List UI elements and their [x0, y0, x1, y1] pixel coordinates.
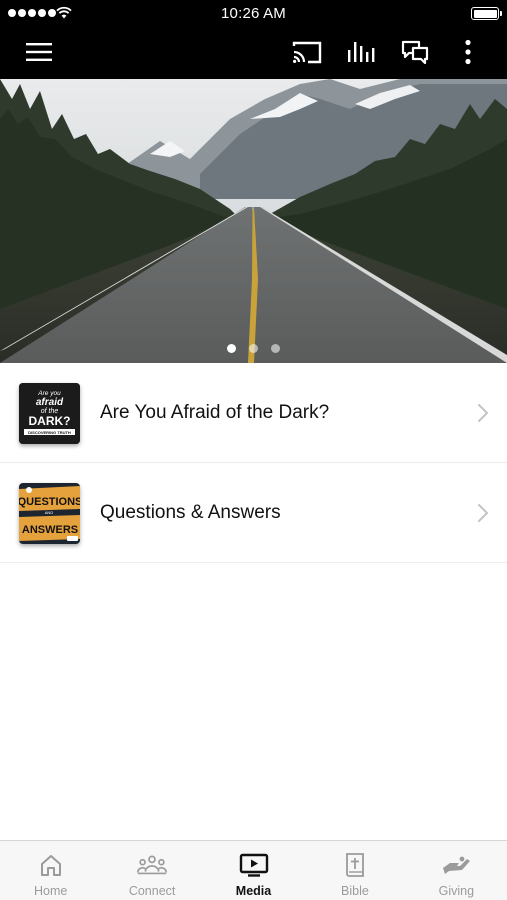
equalizer-bars-icon[interactable] — [342, 36, 380, 68]
tab-label: Home — [34, 884, 68, 898]
thumb-text: AND — [45, 510, 54, 515]
mountain-road-photo — [0, 79, 507, 363]
carousel-dots[interactable] — [0, 344, 507, 353]
chevron-right-icon — [478, 504, 488, 522]
status-bar: 10:26 AM — [0, 0, 507, 26]
thumb-text: QUESTIONS — [19, 496, 80, 508]
item-title: Are You Afraid of the Dark? — [100, 402, 330, 423]
tab-giving[interactable]: Giving — [406, 841, 507, 900]
media-list: Are you afraid of the DARK? DISCOVERING … — [0, 363, 507, 563]
thumb-text: DISCOVERING TRUTH — [28, 430, 71, 435]
series-thumbnail-dark: Are you afraid of the DARK? DISCOVERING … — [19, 383, 80, 444]
hero-carousel[interactable] — [0, 79, 507, 363]
carousel-dot[interactable] — [249, 344, 258, 353]
thumb-text: DARK? — [29, 414, 71, 428]
chevron-right-icon — [478, 404, 488, 422]
thumb-text: ANSWERS — [22, 524, 78, 536]
tab-label: Connect — [128, 884, 176, 898]
tab-label: Giving — [438, 884, 475, 898]
status-time: 10:26 AM — [221, 5, 286, 22]
tab-media[interactable]: Media — [203, 841, 304, 900]
thumb-text: afraid — [36, 397, 64, 408]
tab-label: Media — [235, 884, 272, 898]
giving-hand-icon — [441, 851, 471, 879]
cast-icon[interactable] — [288, 36, 326, 68]
people-icon — [137, 851, 168, 879]
home-icon — [36, 851, 66, 879]
carousel-dot[interactable] — [227, 344, 236, 353]
series-thumbnail-qa: QUESTIONS AND ANSWERS — [19, 483, 80, 544]
chat-bubbles-icon[interactable] — [396, 36, 434, 68]
thumb-text: Are you — [37, 390, 61, 397]
tab-home[interactable]: Home — [0, 841, 101, 900]
tv-play-icon — [239, 851, 269, 879]
battery-icon — [471, 7, 502, 20]
tab-connect[interactable]: Connect — [101, 841, 202, 900]
bible-icon — [340, 851, 370, 879]
more-vertical-icon[interactable] — [452, 36, 484, 68]
carousel-dot[interactable] — [271, 344, 280, 353]
list-item[interactable]: QUESTIONS AND ANSWERS Questions & Answer… — [0, 463, 507, 563]
tab-bar: Home Connect Media Bible Giving — [0, 840, 507, 900]
tab-bible[interactable]: Bible — [304, 841, 405, 900]
list-item[interactable]: Are you afraid of the DARK? DISCOVERING … — [0, 363, 507, 463]
item-title: Questions & Answers — [100, 502, 281, 523]
tab-label: Bible — [341, 884, 369, 898]
hamburger-menu-icon[interactable] — [20, 36, 58, 68]
app-bar — [0, 26, 507, 79]
